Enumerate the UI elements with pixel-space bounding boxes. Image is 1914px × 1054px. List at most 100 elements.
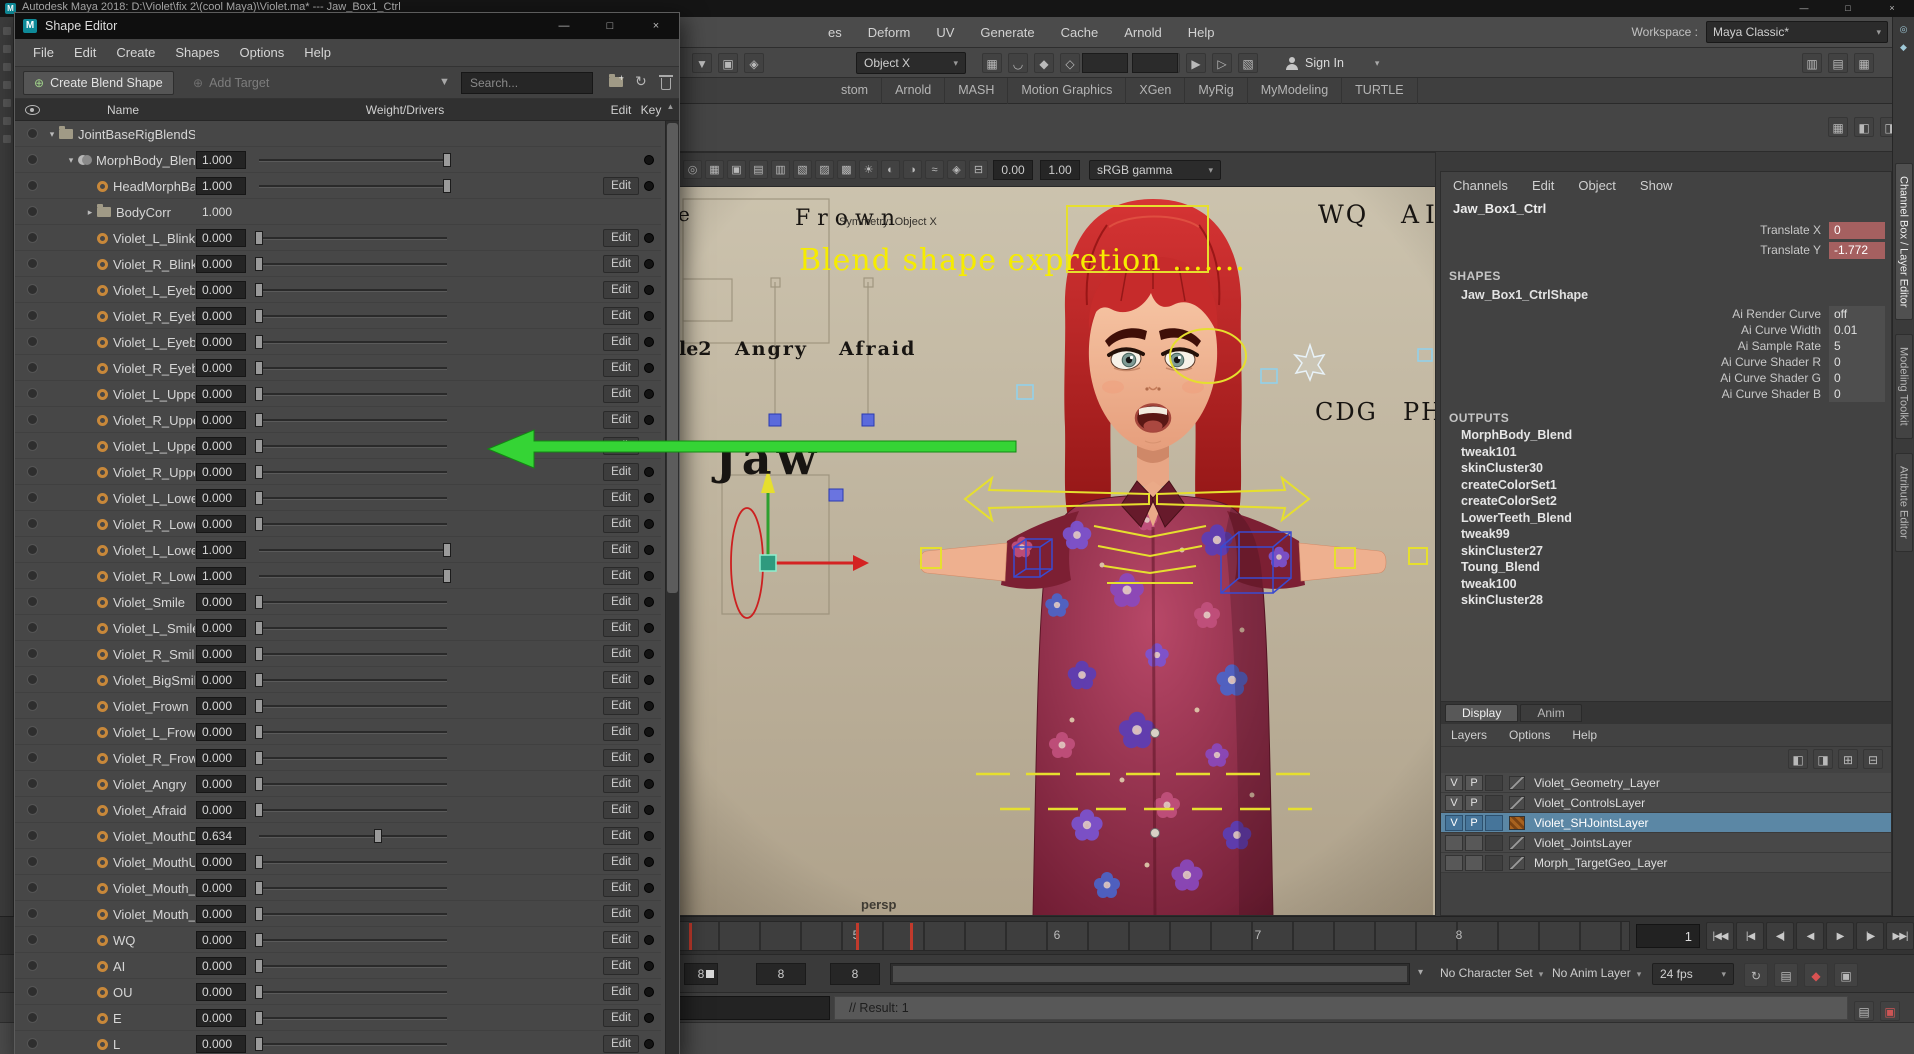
weight-slider[interactable] [259,367,447,370]
menu-item[interactable]: Help [1188,25,1215,40]
keyframe-dot[interactable] [644,623,654,633]
layer-color-swatch[interactable] [1509,816,1525,830]
channel-box-menu-item[interactable]: Channels [1453,178,1508,193]
output-node-item[interactable]: Toung_Blend [1441,559,1891,576]
output-node-item[interactable]: skinCluster30 [1441,460,1891,477]
shape-target-row[interactable]: WQ0.000Edit [15,927,661,953]
channel-attribute-row[interactable]: Ai Sample Rate5 [1441,338,1891,354]
shape-target-row[interactable]: Violet_L_UpperE0.000Edit [15,381,661,407]
maximize-button[interactable]: □ [1826,0,1870,17]
weight-slider[interactable] [259,341,447,344]
weight-slider[interactable] [259,549,447,552]
target-enable-toggle[interactable] [27,336,38,347]
weight-slider[interactable] [259,471,447,474]
shape-target-row[interactable]: AI0.000Edit [15,953,661,979]
weight-value-field[interactable]: 0.000 [196,801,246,819]
keyframe-dot[interactable] [644,155,654,165]
target-enable-toggle[interactable] [27,830,38,841]
layer-selected-icon[interactable]: ⊟ [1863,749,1883,769]
weight-value-field[interactable]: 1.000 [196,151,246,169]
viewport-camera-icon[interactable]: ◎ [683,160,702,179]
graph-editor-icon[interactable]: ▤ [1774,963,1798,987]
keyframe-dot[interactable] [644,181,654,191]
layer-ref-cell[interactable] [1485,795,1503,811]
target-enable-toggle[interactable] [27,882,38,893]
target-enable-toggle[interactable] [27,362,38,373]
viewport-safe-title-icon[interactable]: ▩ [837,160,856,179]
shape-editor-menu-item[interactable]: Edit [64,45,106,60]
target-enable-toggle[interactable] [27,232,38,243]
shape-target-row[interactable]: OU0.000Edit [15,979,661,1005]
fps-dropdown[interactable]: 24 fps▾ [1652,963,1734,985]
weight-slider[interactable] [259,887,447,890]
weight-slider[interactable] [259,1043,447,1046]
shelf-tab[interactable]: TURTLE [1342,78,1417,104]
sidebar-tab[interactable]: Attribute Editor [1895,453,1913,552]
weight-slider[interactable] [259,575,447,578]
shape-target-row[interactable]: Violet_L_LowerE0.000Edit [15,485,661,511]
shape-target-row[interactable]: HeadMorphBase1.000Edit [15,173,661,199]
channel-attribute-row[interactable]: Ai Curve Shader G0 [1441,370,1891,386]
keyframe-dot[interactable] [644,259,654,269]
weight-slider[interactable] [259,523,447,526]
keyframe-dot[interactable] [644,883,654,893]
weight-slider[interactable] [259,757,447,760]
channel-box-menu-item[interactable]: Object [1578,178,1616,193]
auto-keyframe-icon[interactable]: ◆ [1804,963,1828,987]
shape-editor-menu-item[interactable]: Create [106,45,165,60]
target-enable-toggle[interactable] [27,414,38,425]
weight-slider[interactable] [259,809,447,812]
weight-slider[interactable] [259,731,447,734]
target-enable-toggle[interactable] [27,128,38,139]
layer-color-swatch[interactable] [1509,776,1525,790]
range-slider[interactable] [890,963,1410,985]
target-enable-toggle[interactable] [27,492,38,503]
viewport-3d-area[interactable]: Frown WQ AI e le2 Angry Afraid Jaw CDG P… [677,187,1435,915]
keyframe-dot[interactable] [644,337,654,347]
weight-value-field[interactable]: 1.000 [196,541,246,559]
keyframe-dot[interactable] [644,961,654,971]
shape-target-row[interactable]: Violet_R_Smile0.000Edit [15,641,661,667]
layer-ref-cell[interactable] [1485,815,1503,831]
weight-value-field[interactable]: 0.000 [196,1035,246,1053]
layer-color-swatch[interactable] [1509,836,1525,850]
shape-node-name[interactable]: Jaw_Box1_CtrlShape [1441,285,1891,306]
keyframe-dot[interactable] [644,493,654,503]
weight-slider[interactable] [259,965,447,968]
go-to-end-button[interactable]: ▶▶| [1886,922,1914,950]
weight-value-field[interactable]: 0.000 [196,385,246,403]
channel-attribute-row[interactable]: Ai Curve Width0.01 [1441,322,1891,338]
shelf-tab[interactable]: MyModeling [1248,78,1342,104]
edit-target-button[interactable]: Edit [603,801,639,819]
add-target-button[interactable]: ⊕ Add Target [193,71,269,95]
shape-editor-menu-item[interactable]: File [23,45,64,60]
weight-value-field[interactable]: 0.000 [196,671,246,689]
next-key-button[interactable]: |▶ [1856,922,1884,950]
edit-target-button[interactable]: Edit [603,905,639,923]
menu-item[interactable]: es [828,25,842,40]
tree-expand-arrow[interactable]: ▾ [45,129,59,140]
weight-slider[interactable] [259,627,447,630]
viewport-isolate-icon[interactable]: ⊟ [969,160,988,179]
weight-slider[interactable] [259,289,447,292]
shelf-tab[interactable]: Motion Graphics [1008,78,1126,104]
shape-editor-menu-item[interactable]: Help [294,45,341,60]
viewport-gate-mask-icon[interactable]: ▥ [771,160,790,179]
weight-value-field[interactable]: 0.000 [196,411,246,429]
snap-grid-icon[interactable]: ▦ [982,53,1002,73]
channel-attribute-row[interactable]: Translate X0 [1441,220,1891,240]
shape-target-row[interactable]: Violet_L_Frown0.000Edit [15,719,661,745]
weight-slider[interactable] [259,237,447,240]
keyframe-dot[interactable] [644,935,654,945]
show-controls-toggle-icon[interactable]: ◧ [1854,117,1874,137]
edit-target-button[interactable]: Edit [603,307,639,325]
weight-value-field[interactable]: 0.000 [196,489,246,507]
target-enable-toggle[interactable] [27,648,38,659]
edit-target-button[interactable]: Edit [603,333,639,351]
keyframe-dot[interactable] [644,441,654,451]
weight-slider[interactable] [259,991,447,994]
viewport-grid-icon[interactable]: ▦ [705,160,724,179]
keyframe-dot[interactable] [644,701,654,711]
target-enable-toggle[interactable] [27,804,38,815]
edit-target-button[interactable]: Edit [603,515,639,533]
